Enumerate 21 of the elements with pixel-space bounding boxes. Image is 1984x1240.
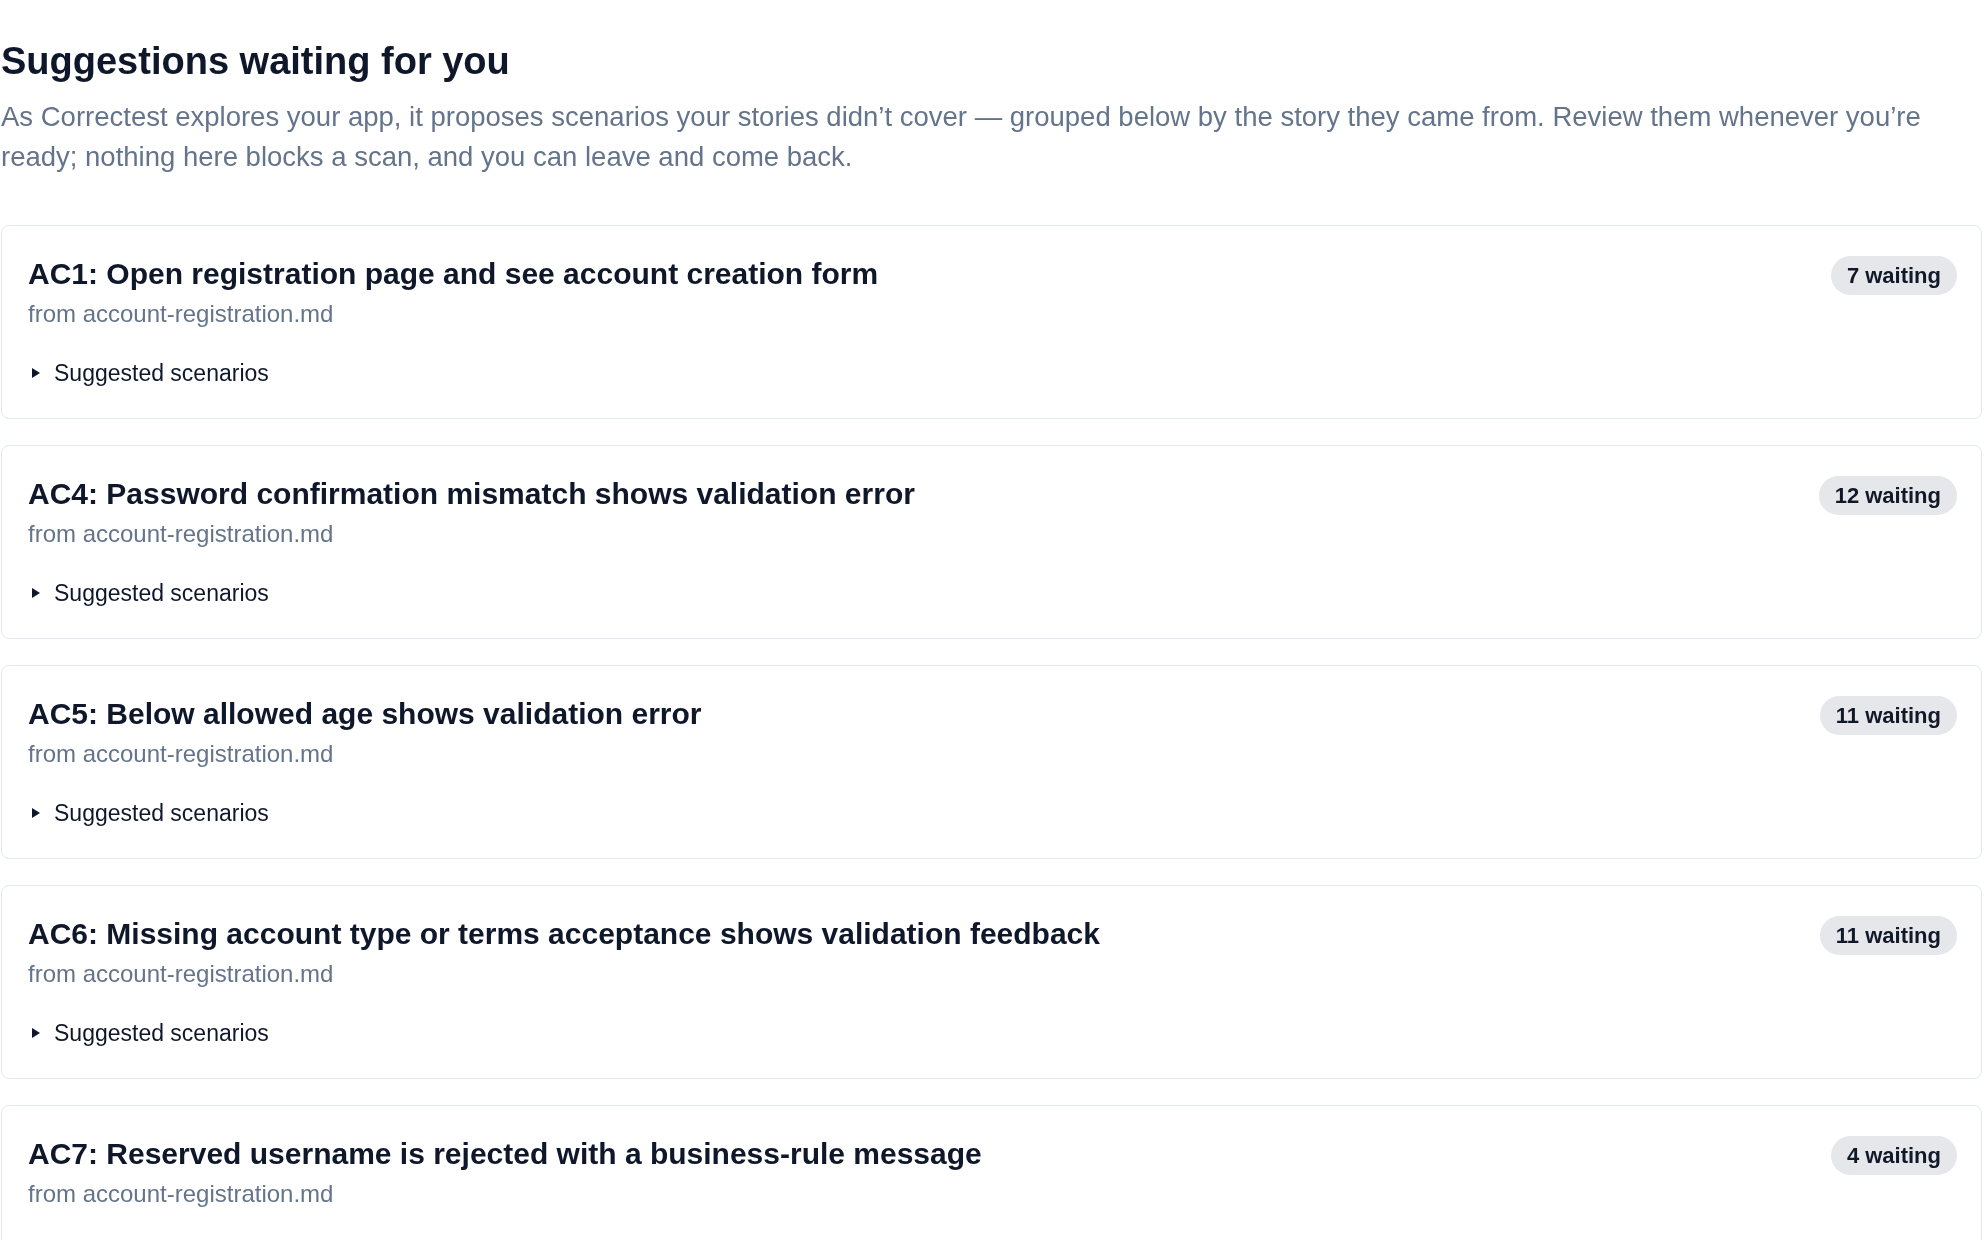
story-title: AC6: Missing account type or terms acceptance shows validation feedback: [28, 915, 1100, 952]
story-title: AC5: Below allowed age shows validation error: [28, 695, 702, 732]
story-source: from account-registration.md: [28, 738, 335, 769]
waiting-count-badge: 7 waiting: [1830, 255, 1957, 295]
page-description: As Correctest explores your app, it proposes scenarios your stories didn’t cover — grouped below by the story they came from. Review them whenever you’re ready; nothing here blocks a scan, and you can leave and come back.: [1, 99, 1922, 174]
suggested-scenarios-toggle[interactable]: Suggested scenarios: [28, 1016, 269, 1049]
waiting-count-badge: 4 waiting: [1830, 1135, 1957, 1175]
story-source: from account-registration.md: [28, 518, 335, 549]
suggested-scenarios-toggle[interactable]: Suggested scenarios: [28, 356, 269, 389]
story-title: AC7: Reserved username is rejected with a business-rule message: [28, 1135, 982, 1172]
waiting-count-badge: 11 waiting: [1819, 695, 1957, 735]
suggested-scenarios-toggle[interactable]: Suggested scenarios: [28, 576, 269, 609]
story-title: AC1: Open registration page and see account creation form: [28, 255, 879, 292]
page-title: Suggestions waiting for you: [1, 39, 511, 84]
waiting-count-badge: 11 waiting: [1819, 915, 1957, 955]
waiting-count-badge: 12 waiting: [1818, 475, 1957, 515]
story-source: from account-registration.md: [28, 1178, 335, 1209]
story-title: AC4: Password confirmation mismatch shows validation error: [28, 475, 915, 512]
suggested-scenarios-toggle[interactable]: Suggested scenarios: [28, 796, 269, 829]
story-source: from account-registration.md: [28, 958, 335, 989]
story-source: from account-registration.md: [28, 298, 335, 329]
